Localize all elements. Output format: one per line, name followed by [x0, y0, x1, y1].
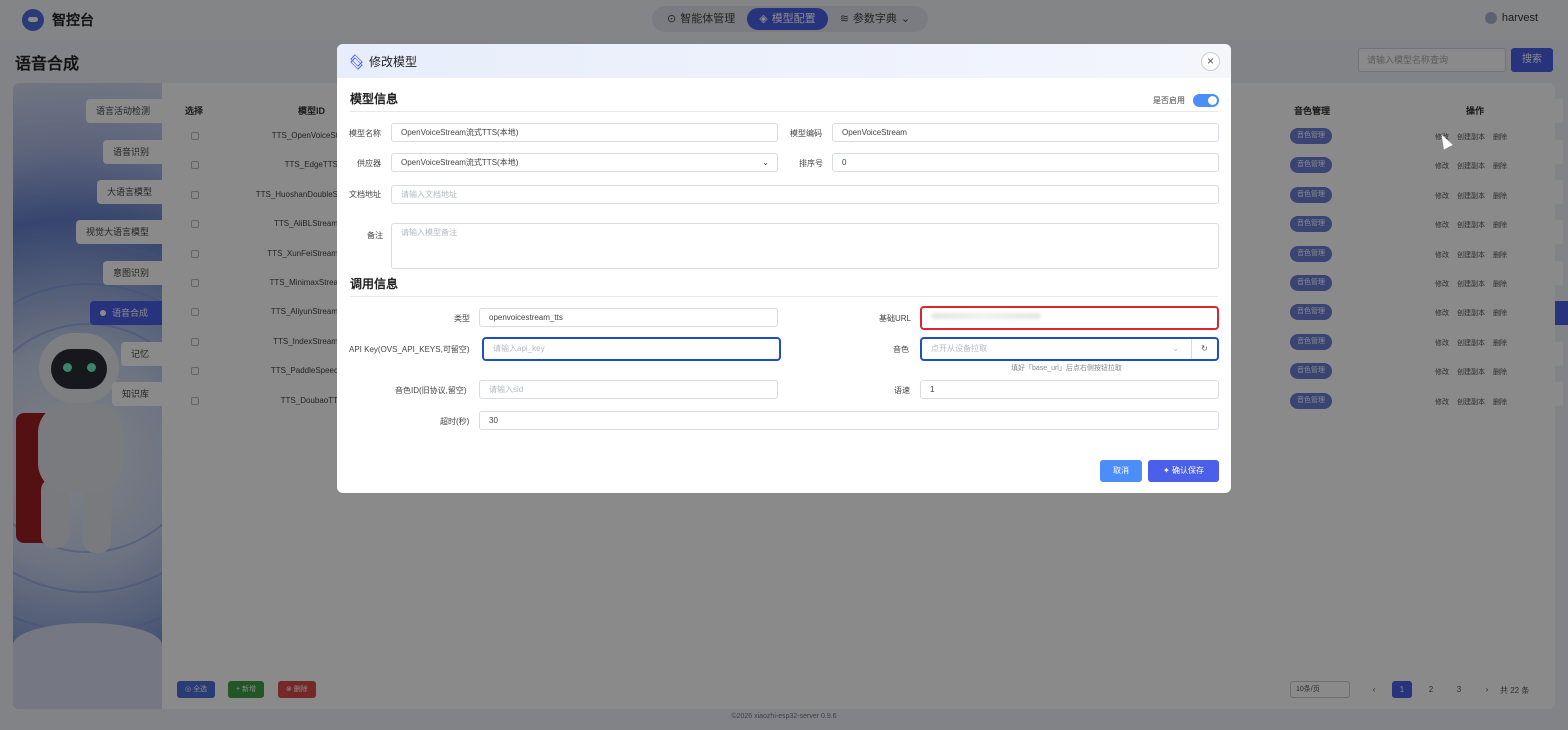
speed-label: 语速 — [894, 386, 910, 395]
sort-label: 排序号 — [799, 159, 823, 168]
model-name-input[interactable]: OpenVoiceStream流式TTS(本地) — [391, 123, 778, 142]
sort-input[interactable]: 0 — [832, 153, 1219, 172]
dialog-title: 修改模型 — [369, 54, 418, 69]
provider-value: OpenVoiceStream流式TTS(本地) — [401, 158, 519, 167]
voice-select[interactable]: 点开从设备拉取 ⌄ ↻ — [920, 337, 1219, 361]
save-label: 确认保存 — [1171, 466, 1204, 475]
dialog-header: 修改模型 × — [337, 44, 1231, 78]
voice-id-label: 音色ID(旧协议,留空) — [395, 386, 467, 395]
voice-id-input[interactable]: 请输入sid — [479, 380, 778, 399]
refresh-icon[interactable]: ↻ — [1191, 339, 1217, 359]
enable-toggle[interactable] — [1193, 94, 1219, 107]
base-url-label: 基础URL — [879, 314, 912, 323]
base-url-input[interactable] — [920, 306, 1219, 330]
provider-select[interactable]: OpenVoiceStream流式TTS(本地) ⌄ — [391, 153, 778, 172]
save-icon: ✦ — [1163, 466, 1172, 475]
redacted-url — [931, 313, 1041, 319]
save-button[interactable]: ✦ 确认保存 — [1148, 460, 1219, 482]
cancel-button[interactable]: 取消 — [1100, 460, 1142, 482]
chevron-down-icon: ⌄ — [1172, 344, 1179, 353]
remark-label: 备注 — [367, 231, 383, 240]
close-button[interactable]: × — [1201, 52, 1220, 71]
doc-url-input[interactable]: 请输入文档地址 — [391, 185, 1219, 204]
model-code-input[interactable]: OpenVoiceStream — [832, 123, 1219, 142]
divider — [350, 111, 1218, 112]
remark-textarea[interactable]: 请输入模型备注 — [391, 223, 1219, 269]
speed-input[interactable]: 1 — [920, 380, 1219, 399]
type-input[interactable]: openvoicestream_tts — [479, 308, 778, 327]
section-call-info: 调用信息 — [350, 277, 399, 291]
doc-url-label: 文档地址 — [349, 190, 381, 199]
api-key-label: API Key(OVS_API_KEYS,可留空) — [349, 345, 470, 354]
layers-icon — [350, 55, 362, 67]
timeout-label: 超时(秒) — [440, 417, 470, 426]
type-label: 类型 — [454, 314, 470, 323]
api-key-input[interactable]: 请输入api_key — [482, 337, 781, 361]
enable-label: 是否启用 — [1153, 96, 1185, 105]
provider-label: 供应器 — [357, 159, 381, 168]
voice-placeholder: 点开从设备拉取 — [931, 344, 987, 353]
timeout-input[interactable]: 30 — [479, 411, 1219, 430]
model-name-label: 模型名称 — [349, 129, 381, 138]
voice-hint: 填好「base_url」后点右侧按钮拉取 — [1011, 365, 1122, 372]
chevron-down-icon: ⌄ — [762, 158, 769, 167]
close-icon: × — [1206, 54, 1214, 68]
divider — [350, 296, 1218, 297]
voice-label: 音色 — [893, 345, 909, 354]
edit-model-dialog: 修改模型 × 模型信息 是否启用 模型名称 OpenVoiceStream流式T… — [337, 44, 1231, 493]
section-model-info: 模型信息 — [350, 92, 399, 106]
model-code-label: 模型编码 — [790, 129, 822, 138]
